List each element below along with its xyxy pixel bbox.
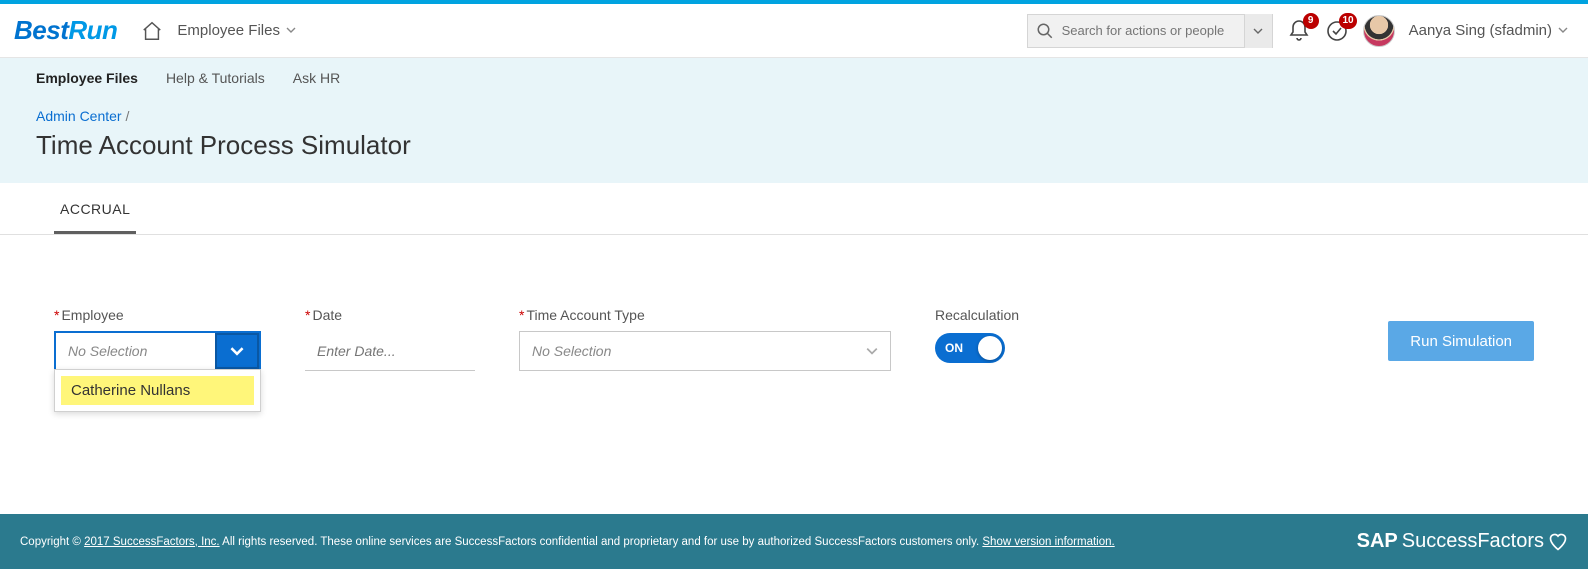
employee-select-placeholder: No Selection <box>56 343 215 359</box>
sap-successfactors-logo: SAP SuccessFactors <box>1357 530 1568 553</box>
label-recalculation: Recalculation <box>935 307 1019 323</box>
search-dropdown-button[interactable] <box>1244 14 1272 48</box>
employee-select-toggle[interactable] <box>215 333 259 369</box>
toggle-knob <box>978 336 1002 360</box>
avatar[interactable] <box>1363 15 1395 47</box>
employee-option[interactable]: Catherine Nullans <box>61 376 254 405</box>
global-search[interactable] <box>1027 14 1273 48</box>
subnav-employee-files[interactable]: Employee Files <box>36 70 138 86</box>
breadcrumb-admin-center[interactable]: Admin Center <box>36 108 122 124</box>
label-time-account-type: *Time Account Type <box>519 307 891 323</box>
footer-copyright-link[interactable]: 2017 SuccessFactors, Inc. <box>84 536 220 548</box>
heart-icon <box>1548 532 1568 552</box>
type-select-placeholder: No Selection <box>532 343 611 359</box>
subnav-help[interactable]: Help & Tutorials <box>166 70 265 86</box>
footer-version-link[interactable]: Show version information. <box>982 536 1114 548</box>
header-right: 9 10 Aanya Sing (sfadmin) <box>1027 14 1568 48</box>
employee-select[interactable]: No Selection <box>54 331 261 371</box>
field-time-account-type: *Time Account Type No Selection <box>519 307 891 371</box>
breadcrumb-sep: / <box>125 108 129 124</box>
todos-button[interactable]: 10 <box>1325 19 1349 43</box>
search-input[interactable] <box>1062 23 1244 38</box>
footer-text: Copyright © 2017 SuccessFactors, Inc. Al… <box>20 536 1115 548</box>
form-area: *Employee No Selection Catherine Nullans… <box>0 235 1588 371</box>
breadcrumb: Admin Center / <box>0 94 1588 126</box>
tab-accrual[interactable]: ACCRUAL <box>54 187 136 234</box>
label-employee: *Employee <box>54 307 261 323</box>
module-dropdown[interactable]: Employee Files <box>177 22 296 39</box>
chevron-down-icon <box>866 345 878 357</box>
run-simulation-button[interactable]: Run Simulation <box>1388 321 1534 361</box>
notifications-button[interactable]: 9 <box>1287 19 1311 43</box>
page-title: Time Account Process Simulator <box>0 126 1588 183</box>
label-date: *Date <box>305 307 475 323</box>
notifications-badge: 9 <box>1303 13 1319 29</box>
footer: Copyright © 2017 SuccessFactors, Inc. Al… <box>0 514 1588 569</box>
search-icon <box>1036 22 1054 40</box>
logo-text-best: Best <box>14 15 68 46</box>
chevron-down-icon <box>1558 24 1568 38</box>
field-employee: *Employee No Selection Catherine Nullans <box>54 307 261 371</box>
employee-dropdown: Catherine Nullans <box>54 369 261 412</box>
toggle-state-label: ON <box>945 341 963 355</box>
module-dropdown-label: Employee Files <box>177 22 280 39</box>
sub-nav: Employee Files Help & Tutorials Ask HR <box>0 58 1588 94</box>
subnav-ask-hr[interactable]: Ask HR <box>293 70 340 86</box>
tab-bar: ACCRUAL <box>0 183 1588 235</box>
chevron-down-icon <box>286 24 296 38</box>
todos-badge: 10 <box>1339 13 1356 29</box>
field-recalculation: Recalculation ON <box>935 307 1019 363</box>
logo[interactable]: Best Run <box>14 15 117 46</box>
sub-header: Employee Files Help & Tutorials Ask HR A… <box>0 58 1588 183</box>
global-header: Best Run Employee Files 9 10 <box>0 4 1588 58</box>
home-icon[interactable] <box>141 20 163 42</box>
date-input[interactable] <box>305 331 475 371</box>
user-label: Aanya Sing (sfadmin) <box>1409 22 1552 39</box>
field-date: *Date <box>305 307 475 371</box>
recalculation-toggle[interactable]: ON <box>935 333 1005 363</box>
logo-text-run: Run <box>68 15 117 46</box>
time-account-type-select[interactable]: No Selection <box>519 331 891 371</box>
user-menu[interactable]: Aanya Sing (sfadmin) <box>1409 22 1568 39</box>
